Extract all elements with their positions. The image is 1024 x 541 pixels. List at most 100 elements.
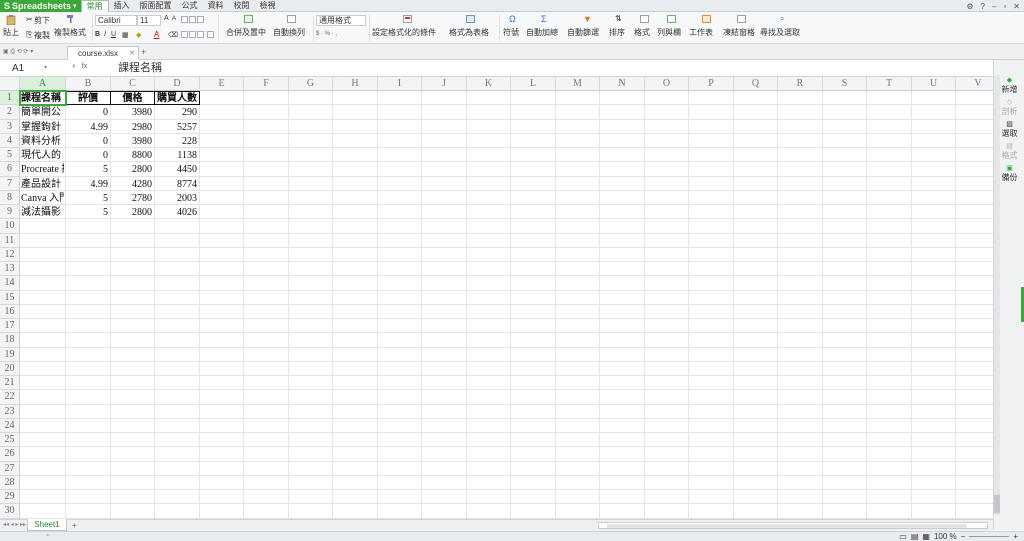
column-header[interactable]: P [689, 77, 734, 91]
indent-icon[interactable] [207, 31, 214, 38]
column-header[interactable]: F [244, 77, 289, 91]
grow-font-icon[interactable]: A [164, 15, 169, 22]
new-tab-icon[interactable]: + [141, 47, 146, 57]
align-right-icon[interactable] [197, 31, 204, 38]
column-header[interactable]: C [111, 77, 155, 91]
bold-icon[interactable]: B [95, 31, 100, 38]
format-button[interactable]: 格式 [634, 27, 650, 38]
row-header[interactable]: 18 [0, 333, 20, 348]
table-cell[interactable]: 4026 [155, 206, 198, 219]
quick-access-icons[interactable]: ▣ ⎙ ⟲ ⟳ ▾ [3, 48, 33, 56]
close-tab-icon[interactable]: ✕ [129, 47, 135, 60]
row-header[interactable]: 23 [0, 404, 20, 419]
sort-button[interactable]: 排序 [609, 27, 625, 38]
header-cell[interactable]: 購買人數 [155, 92, 199, 105]
column-header[interactable]: O [645, 77, 689, 91]
italic-icon[interactable]: I [104, 31, 106, 38]
freeze-panes-button[interactable]: 凍結窗格 [723, 27, 755, 38]
row-header[interactable]: 5 [0, 148, 20, 163]
row-header[interactable]: 28 [0, 475, 20, 490]
row-header[interactable]: 19 [0, 347, 20, 362]
table-cell[interactable]: 2980 [111, 121, 153, 134]
column-header[interactable]: I [378, 77, 422, 91]
settings-icon[interactable]: ⚙ [966, 2, 973, 11]
align-top-icon[interactable] [181, 16, 188, 23]
tab-page-layout[interactable]: 版面配置 [135, 0, 177, 12]
symbol-button[interactable]: 符號 [503, 27, 519, 38]
row-header[interactable]: 17 [0, 319, 20, 334]
row-header[interactable]: 1 [0, 91, 20, 106]
table-cell[interactable]: 0 [66, 106, 109, 119]
font-color-icon[interactable]: A [154, 30, 159, 39]
chevron-down-icon[interactable]: ▾ [44, 64, 47, 71]
align-left-icon[interactable] [181, 31, 188, 38]
panel-parse-button[interactable]: ◇ 剖析 [994, 98, 1024, 117]
column-header[interactable]: D [155, 77, 200, 91]
format-as-table-button[interactable]: 格式為表格 [449, 27, 489, 38]
tab-insert[interactable]: 插入 [109, 0, 135, 12]
row-header[interactable]: 11 [0, 233, 20, 248]
spreadsheet-grid[interactable]: A B C D E F G H I J K L M N O P Q R S T U V 1 2 3 4 5 6 7 8 9 10 11 12 13 1… [0, 77, 993, 519]
row-header[interactable]: 6 [0, 162, 20, 177]
minimize-icon[interactable]: – [992, 2, 996, 11]
table-cell[interactable]: 4280 [111, 178, 153, 191]
scroll-thumb[interactable] [994, 495, 1000, 513]
column-header[interactable]: U [912, 77, 956, 91]
wrap-text-button[interactable]: 自動換列 [273, 27, 305, 38]
row-header[interactable]: 13 [0, 262, 20, 277]
horizontal-scrollbar[interactable] [598, 522, 988, 529]
align-center-icon[interactable] [189, 31, 196, 38]
sheet-nav-icons[interactable]: ◂◂ ◂ ▸ ▸▸ [3, 520, 26, 531]
page-layout-view-icon[interactable]: ▤ [911, 532, 919, 541]
fx-icon[interactable]: ⌕ fx [72, 63, 87, 71]
rows-columns-button[interactable]: 列與欄 [657, 27, 681, 38]
scroll-thumb[interactable] [607, 524, 967, 528]
table-cell[interactable]: 3980 [111, 106, 153, 119]
column-header[interactable]: S [823, 77, 867, 91]
table-cell[interactable]: 2780 [111, 192, 153, 205]
row-header[interactable]: 20 [0, 361, 20, 376]
table-cell[interactable]: 1138 [155, 149, 198, 162]
column-header[interactable]: L [511, 77, 556, 91]
table-cell[interactable]: Procreate 插 [20, 163, 64, 176]
table-cell[interactable]: 產品設計 [20, 178, 64, 191]
column-header[interactable]: G [289, 77, 333, 91]
row-header[interactable]: 21 [0, 376, 20, 391]
table-cell[interactable]: 228 [155, 135, 198, 148]
table-cell[interactable]: 5257 [155, 121, 198, 134]
conditional-format-button[interactable]: 設定格式化的條件 [372, 27, 436, 38]
worksheet-button[interactable]: 工作表 [689, 27, 713, 38]
autofilter-button[interactable]: 自動篩選 [567, 27, 599, 38]
zoom-out-icon[interactable]: − [961, 532, 966, 541]
currency-percent-icons[interactable]: $ · % · , [316, 31, 337, 37]
table-cell[interactable]: 現代人的 [20, 149, 64, 162]
row-header[interactable]: 24 [0, 418, 20, 433]
maximize-icon[interactable]: ▫ [1003, 2, 1006, 11]
table-cell[interactable]: 0 [66, 149, 109, 162]
tab-formulas[interactable]: 公式 [177, 0, 203, 12]
row-header[interactable]: 10 [0, 219, 20, 234]
align-middle-icon[interactable] [189, 16, 196, 23]
font-size-select[interactable]: 11 [137, 15, 161, 26]
sheet-tab[interactable]: Sheet1 [27, 519, 67, 531]
fill-color-icon[interactable]: ◆ [136, 31, 141, 39]
font-name-select[interactable]: Calibri [95, 15, 137, 26]
panel-backup-button[interactable]: ▣ 備份 [994, 164, 1024, 183]
align-bottom-icon[interactable] [197, 16, 204, 23]
zoom-slider[interactable] [969, 536, 1010, 537]
formula-input[interactable]: 課程名稱 [118, 61, 162, 76]
table-cell[interactable]: 2003 [155, 192, 198, 205]
find-select-button[interactable]: 尋找及選取 [760, 27, 800, 38]
column-header[interactable]: E [200, 77, 244, 91]
table-cell[interactable]: 2800 [111, 163, 153, 176]
close-icon[interactable]: ✕ [1013, 2, 1020, 11]
header-cell[interactable]: 課程名稱 [20, 92, 65, 105]
border-icon[interactable]: ▦ [122, 31, 129, 39]
row-header[interactable]: 14 [0, 276, 20, 291]
column-header[interactable]: T [867, 77, 912, 91]
column-header[interactable]: Q [734, 77, 778, 91]
add-sheet-icon[interactable]: + [72, 520, 77, 531]
table-cell[interactable]: 2800 [111, 206, 153, 219]
row-header[interactable]: 30 [0, 504, 20, 519]
table-cell[interactable]: 簡單開公 [20, 106, 64, 119]
